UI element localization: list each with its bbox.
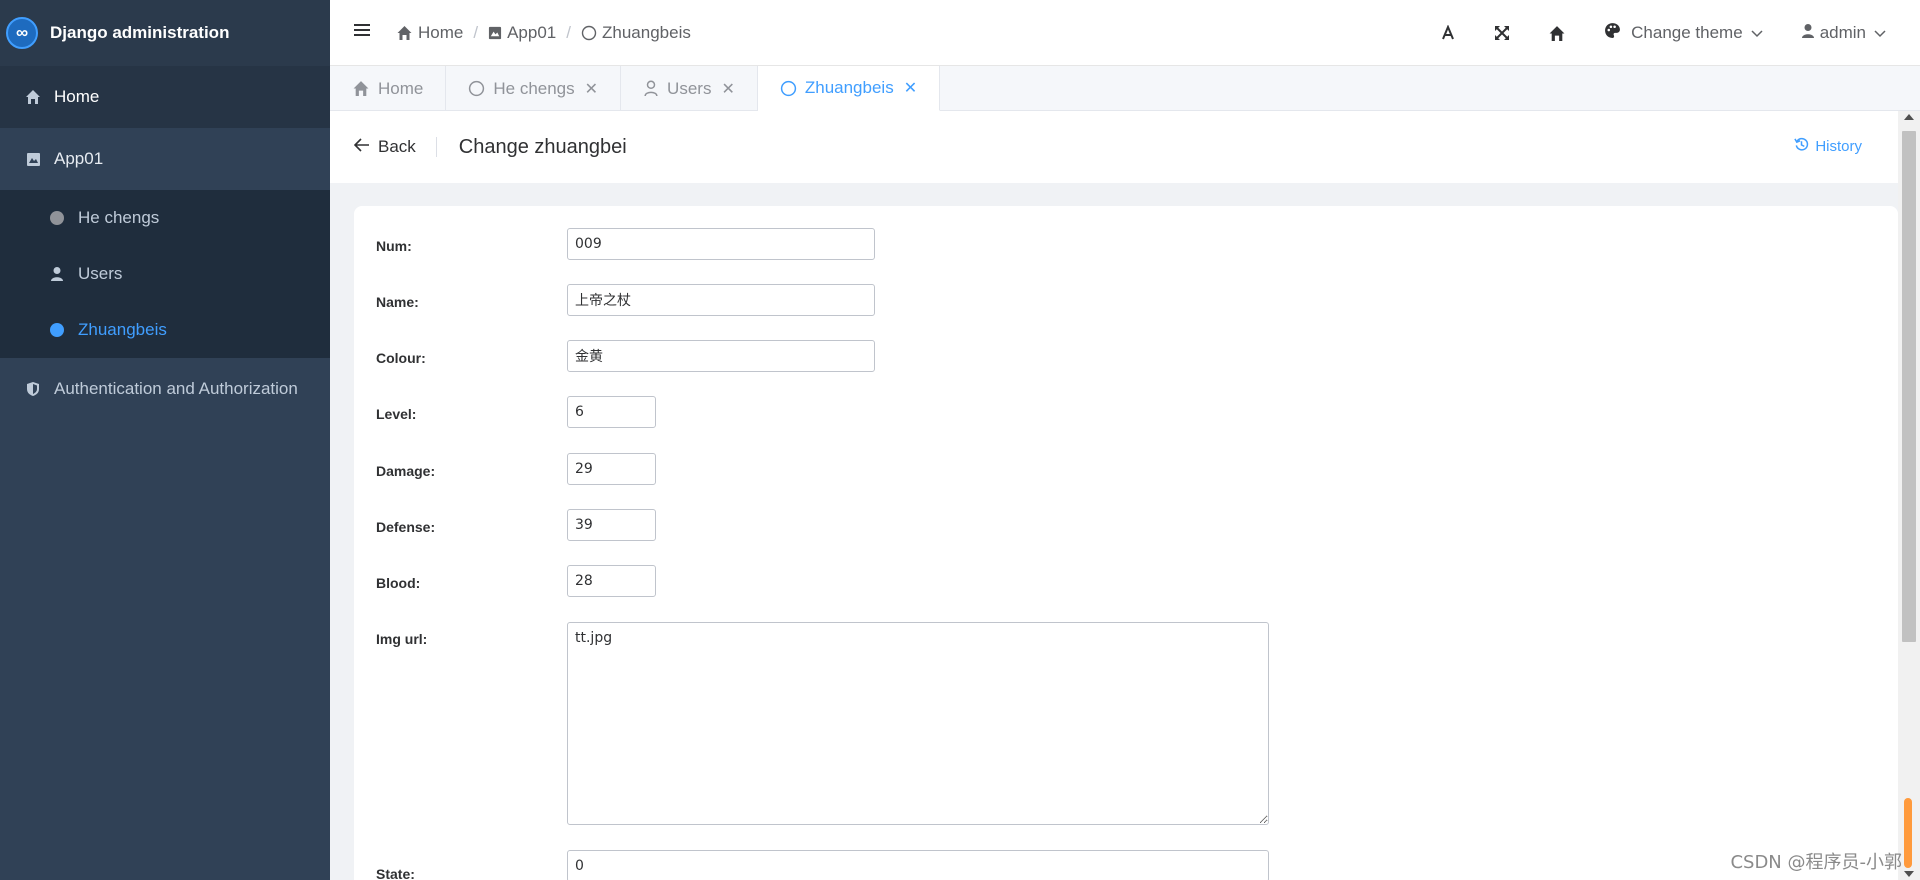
- tab-bar: Home He chengs ✕ Users ✕ Zhuangbeis ✕: [330, 66, 1920, 111]
- change-form: Num: Name: Colour: Level: Damage: Defens…: [354, 206, 1898, 880]
- colour-label: Colour:: [376, 350, 426, 366]
- history-label: History: [1815, 138, 1862, 155]
- history-icon: [1794, 137, 1809, 156]
- home-icon: [352, 80, 370, 97]
- name-input[interactable]: [567, 284, 875, 316]
- user-name: admin: [1819, 23, 1866, 42]
- user-icon: [48, 265, 66, 283]
- submenu-app01: He chengs Users Zhuangbeis: [0, 190, 330, 358]
- page-header: Back Change zhuangbei History: [330, 111, 1898, 183]
- scroll-indicator: [1904, 798, 1912, 868]
- chevron-down-icon: [1874, 23, 1886, 43]
- sidebar-item-label: He chengs: [78, 208, 160, 227]
- home-icon: [396, 25, 413, 41]
- back-button[interactable]: Back: [353, 137, 437, 157]
- sidebar-item-home[interactable]: Home: [0, 66, 330, 128]
- circle-icon: [48, 321, 66, 339]
- breadcrumb: Home / App01 / Zhuangbeis: [396, 23, 691, 43]
- change-theme-label: Change theme: [1631, 23, 1743, 42]
- tab-label: Zhuangbeis: [804, 78, 894, 97]
- circle-outline-icon: [581, 25, 597, 41]
- home-icon[interactable]: [1548, 25, 1566, 42]
- tab-label: Home: [378, 78, 424, 98]
- header-actions: Change theme admin: [1402, 0, 1886, 66]
- breadcrumb-separator: /: [566, 22, 571, 42]
- circle-icon: [48, 209, 66, 227]
- sidebar-item-label: Authentication and Authorization: [54, 379, 298, 398]
- breadcrumb-app[interactable]: App01: [507, 23, 556, 43]
- img-url-textarea[interactable]: tt.jpg: [567, 622, 1269, 825]
- brand-title: Django administration: [50, 23, 230, 42]
- breadcrumb-current: Zhuangbeis: [602, 22, 691, 42]
- tab-home[interactable]: Home: [330, 66, 447, 111]
- img-url-label: Img url:: [376, 631, 428, 647]
- colour-input[interactable]: [567, 340, 875, 372]
- name-label: Name:: [376, 294, 419, 310]
- app-root: ∞ Django administration Home App01 He ch…: [0, 0, 1920, 880]
- breadcrumb-separator: /: [473, 22, 479, 42]
- defense-label: Defense:: [376, 519, 436, 535]
- sidebar-item-users[interactable]: Users: [0, 246, 330, 302]
- circle-outline-icon: [468, 80, 485, 97]
- tab-zhuangbeis[interactable]: Zhuangbeis ✕: [757, 66, 941, 111]
- brand: ∞ Django administration: [0, 0, 330, 66]
- sidebar-item-label: Users: [78, 264, 123, 283]
- scroll-down-arrow-icon[interactable]: [1904, 871, 1914, 877]
- tab-label: Users: [667, 78, 712, 98]
- tab-users[interactable]: Users ✕: [621, 66, 758, 111]
- history-button[interactable]: History: [1794, 137, 1862, 156]
- tab-label: He chengs: [493, 78, 575, 98]
- sidebar-item-label: Home: [54, 87, 100, 106]
- hamburger-icon[interactable]: [354, 23, 370, 42]
- chevron-down-icon: [1751, 23, 1763, 43]
- app-icon: [488, 26, 502, 40]
- sidebar-item-he-chengs[interactable]: He chengs: [0, 190, 330, 246]
- sidebar-item-zhuangbeis[interactable]: Zhuangbeis: [0, 302, 330, 358]
- font-size-icon[interactable]: [1440, 25, 1456, 41]
- defense-input[interactable]: [567, 509, 656, 541]
- close-icon[interactable]: ✕: [721, 79, 734, 99]
- damage-label: Damage:: [376, 463, 436, 479]
- home-icon: [24, 88, 42, 106]
- user-menu[interactable]: admin: [1801, 23, 1886, 44]
- scrollbar-thumb[interactable]: [1902, 131, 1916, 642]
- close-icon[interactable]: ✕: [585, 79, 598, 99]
- scroll-up-arrow-icon[interactable]: [1904, 114, 1914, 120]
- sidebar-item-auth[interactable]: Authentication and Authorization: [0, 358, 330, 420]
- user-icon: [1801, 23, 1815, 44]
- blood-input[interactable]: [567, 565, 656, 597]
- fullscreen-icon[interactable]: [1494, 25, 1510, 41]
- vertical-scrollbar[interactable]: [1898, 111, 1920, 880]
- user-icon: [643, 80, 659, 97]
- back-label: Back: [378, 137, 416, 156]
- app-icon: [24, 150, 42, 168]
- breadcrumb-home[interactable]: Home: [418, 23, 463, 43]
- level-label: Level:: [376, 406, 417, 422]
- page-title: Change zhuangbei: [458, 135, 627, 158]
- change-theme-dropdown[interactable]: Change theme: [1604, 22, 1763, 44]
- tab-he-chengs[interactable]: He chengs ✕: [446, 66, 622, 111]
- palette-icon: [1604, 22, 1621, 44]
- circle-outline-icon: [780, 80, 797, 97]
- level-input[interactable]: [567, 396, 656, 428]
- damage-input[interactable]: [567, 453, 656, 485]
- sidebar-item-label: Zhuangbeis: [78, 320, 167, 339]
- sidebar-item-label: App01: [54, 149, 104, 168]
- state-label: State:: [376, 866, 415, 880]
- top-header: Home / App01 / Zhuangbeis Change theme a…: [330, 0, 1920, 66]
- arrow-left-icon: [353, 137, 370, 157]
- watermark: CSDN @程序员-小郭: [1730, 852, 1902, 873]
- sidebar: ∞ Django administration Home App01 He ch…: [0, 0, 1898, 880]
- state-input[interactable]: [567, 850, 1269, 880]
- shield-icon: [24, 380, 42, 398]
- main-content: Back Change zhuangbei History Num: Name:…: [330, 111, 1898, 880]
- close-icon[interactable]: ✕: [904, 78, 917, 98]
- num-label: Num:: [376, 238, 412, 254]
- num-input[interactable]: [567, 228, 875, 260]
- logo-icon: ∞: [6, 17, 38, 49]
- blood-label: Blood:: [376, 575, 421, 591]
